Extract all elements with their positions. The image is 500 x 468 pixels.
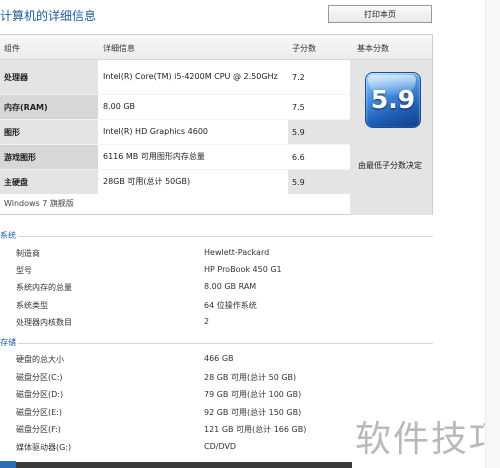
score-row-primary-disk: 主硬盘 28GB 可用(总计 50GB) 5.9 — [0, 170, 350, 194]
base-score-panel: 5.9 由最低子分数决定 — [350, 60, 432, 215]
info-key: 系统类型 — [16, 301, 48, 310]
score-table-header: 组件 详细信息 子分数 基本分数 — [0, 35, 432, 60]
info-key: 磁盘分区(F:) — [16, 425, 61, 434]
info-row-partition-d: 磁盘分区(D:) 79 GB 可用(总计 100 GB) — [0, 389, 420, 403]
info-value: 92 GB 可用(总计 150 GB) — [204, 408, 302, 417]
score-row-processor: 处理器 Intel(R) Core(TM) i5-4200M CPU @ 2.5… — [0, 60, 350, 94]
component-subscore: 6.6 — [288, 145, 350, 169]
info-value: 64 位操作系统 — [204, 301, 257, 310]
score-row-gaming-graphics: 游戏图形 6116 MB 可用图形内存总量 6.6 — [0, 145, 350, 169]
page-title: 计算机的详细信息 — [0, 9, 97, 23]
component-details: 6116 MB 可用图形内存总量 — [99, 145, 288, 169]
info-row-cpu-cores: 处理器内核数目 2 — [0, 317, 420, 331]
component-subscore: 7.2 — [288, 60, 350, 94]
info-key: 型号 — [16, 266, 32, 275]
component-details: 28GB 可用(总计 50GB) — [99, 170, 288, 194]
component-subscore: 7.5 — [288, 95, 350, 119]
score-row-graphics: 图形 Intel(R) HD Graphics 4600 5.9 — [0, 120, 350, 144]
column-header-details: 详细信息 — [103, 44, 135, 53]
info-row-model: 型号 HP ProBook 450 G1 — [0, 265, 420, 279]
bottom-section-tab — [0, 461, 16, 468]
info-value: 28 GB 可用(总计 50 GB) — [204, 373, 297, 382]
column-header-component: 组件 — [4, 44, 20, 53]
info-value: CD/DVD — [204, 442, 237, 451]
computer-details-page: 计算机的详细信息 打印本页 组件 详细信息 子分数 基本分数 处理器 Intel… — [0, 0, 500, 468]
info-value: Hewlett-Packard — [204, 248, 270, 257]
info-key: 系统内存的总量 — [16, 283, 72, 292]
component-subscore: 5.9 — [288, 120, 350, 144]
info-value: 79 GB 可用(总计 100 GB) — [204, 390, 302, 399]
component-label: 游戏图形 — [0, 145, 98, 169]
info-key: 磁盘分区(E:) — [16, 408, 62, 417]
info-value: 121 GB 可用(总计 166 GB) — [204, 425, 307, 434]
info-value: HP ProBook 450 G1 — [204, 265, 282, 274]
bottom-section-bar — [0, 462, 352, 468]
vertical-scrollbar[interactable] — [485, 0, 500, 468]
info-key: 处理器内核数目 — [16, 318, 72, 327]
column-header-subscore: 子分数 — [292, 44, 316, 53]
watermark-text: 软件技巧 — [355, 419, 500, 460]
component-label: 处理器 — [0, 60, 98, 94]
info-row-partition-c: 磁盘分区(C:) 28 GB 可用(总计 50 GB) — [0, 372, 420, 386]
info-value: 2 — [204, 317, 210, 326]
info-key: 制造商 — [16, 249, 40, 258]
section-label-storage: 存储 — [0, 338, 16, 347]
score-row-memory: 内存(RAM) 8.00 GB 7.5 — [0, 95, 350, 119]
info-key: 磁盘分区(C:) — [16, 373, 63, 382]
info-key: 磁盘分区(D:) — [16, 390, 64, 399]
component-details: Intel(R) Core(TM) i5-4200M CPU @ 2.50GHz — [99, 60, 288, 94]
info-key: 硬盘的总大小 — [16, 355, 64, 364]
wei-score-badge-icon: 5.9 — [365, 72, 421, 128]
section-divider — [18, 236, 433, 237]
info-row-total-memory: 系统内存的总量 8.00 GB RAM — [0, 282, 420, 296]
info-value: 8.00 GB RAM — [204, 282, 257, 291]
component-details: 8.00 GB — [99, 95, 288, 119]
base-score-caption: 由最低子分数决定 — [358, 161, 422, 170]
component-details: Intel(R) HD Graphics 4600 — [99, 120, 288, 144]
info-row-manufacturer: 制造商 Hewlett-Packard — [0, 248, 420, 262]
info-row-system-type: 系统类型 64 位操作系统 — [0, 300, 420, 314]
base-score-value: 5.9 — [370, 85, 416, 114]
info-value: 466 GB — [204, 354, 234, 363]
component-label: 图形 — [0, 120, 98, 144]
info-key: 媒体驱动器(G:) — [16, 443, 72, 452]
print-page-button[interactable]: 打印本页 — [328, 5, 432, 23]
section-divider — [18, 343, 433, 344]
os-edition: Windows 7 旗舰版 — [4, 199, 74, 208]
section-label-system: 系统 — [0, 231, 16, 240]
component-subscore: 5.9 — [288, 170, 350, 194]
component-label: 主硬盘 — [0, 170, 98, 194]
column-header-base-score: 基本分数 — [357, 44, 389, 53]
info-row-disk-total: 硬盘的总大小 466 GB — [0, 354, 420, 368]
component-label: 内存(RAM) — [0, 95, 98, 119]
score-table: 组件 详细信息 子分数 基本分数 处理器 Intel(R) Core(TM) i… — [0, 34, 433, 215]
